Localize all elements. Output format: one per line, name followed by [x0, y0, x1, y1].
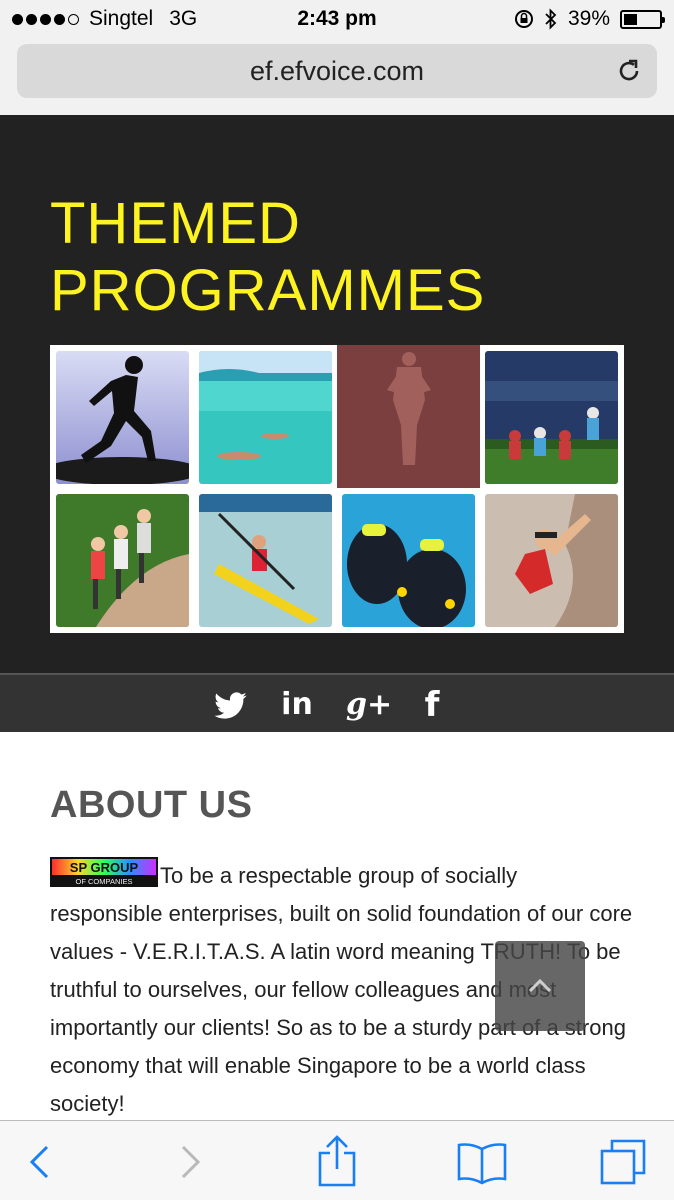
google-plus-icon[interactable]: g+ — [346, 685, 392, 725]
logo-text-bottom: OF COMPANIES — [76, 877, 133, 886]
status-right: 39% — [514, 7, 665, 31]
logo-text-top: SP GROUP — [70, 860, 139, 875]
chevron-up-icon — [528, 979, 552, 993]
facebook-icon[interactable]: f — [412, 685, 452, 725]
orientation-lock-icon — [514, 10, 533, 28]
address-bar-area: ef.efvoice.com — [0, 40, 674, 115]
tile-rock-climbing[interactable] — [485, 494, 618, 627]
reload-icon[interactable] — [615, 57, 643, 85]
title-line-2: PROGRAMMES — [50, 258, 486, 323]
status-bar: Singtel 3G 2:43 pm 39% — [0, 0, 674, 40]
browser-toolbar — [0, 1120, 674, 1200]
tile-swimming[interactable] — [199, 351, 332, 484]
tile-running[interactable] — [56, 351, 189, 484]
bluetooth-icon — [545, 8, 557, 30]
forward-icon[interactable] — [162, 1139, 212, 1185]
battery-icon — [620, 9, 665, 29]
programme-gallery — [50, 345, 624, 633]
back-icon[interactable] — [18, 1139, 68, 1185]
about-title: ABOUT US — [50, 784, 253, 826]
sp-group-logo: SP GROUP OF COMPANIES — [50, 857, 158, 887]
address-bar[interactable]: ef.efvoice.com — [17, 44, 657, 98]
tile-scuba-diving[interactable] — [342, 494, 475, 627]
share-icon[interactable] — [312, 1133, 362, 1187]
linkedin-icon[interactable]: in — [277, 685, 317, 725]
hero-section: THEMED PROGRAMMES — [0, 115, 674, 673]
url-text: ef.efvoice.com — [249, 56, 425, 86]
page-title: THEMED PROGRAMMES — [50, 190, 630, 324]
tabs-icon[interactable] — [600, 1139, 650, 1185]
tile-rugby[interactable] — [485, 351, 618, 484]
title-line-1: THEMED — [50, 191, 301, 256]
scroll-to-top-button[interactable] — [495, 941, 585, 1031]
social-bar: in g+ f — [0, 673, 674, 732]
twitter-icon[interactable] — [212, 685, 252, 725]
tile-inline-skating[interactable] — [56, 494, 189, 627]
tile-yoga[interactable] — [337, 345, 480, 488]
battery-percent: 39% — [567, 7, 610, 30]
bookmarks-icon[interactable] — [455, 1139, 509, 1185]
tile-kayaking[interactable] — [199, 494, 332, 627]
